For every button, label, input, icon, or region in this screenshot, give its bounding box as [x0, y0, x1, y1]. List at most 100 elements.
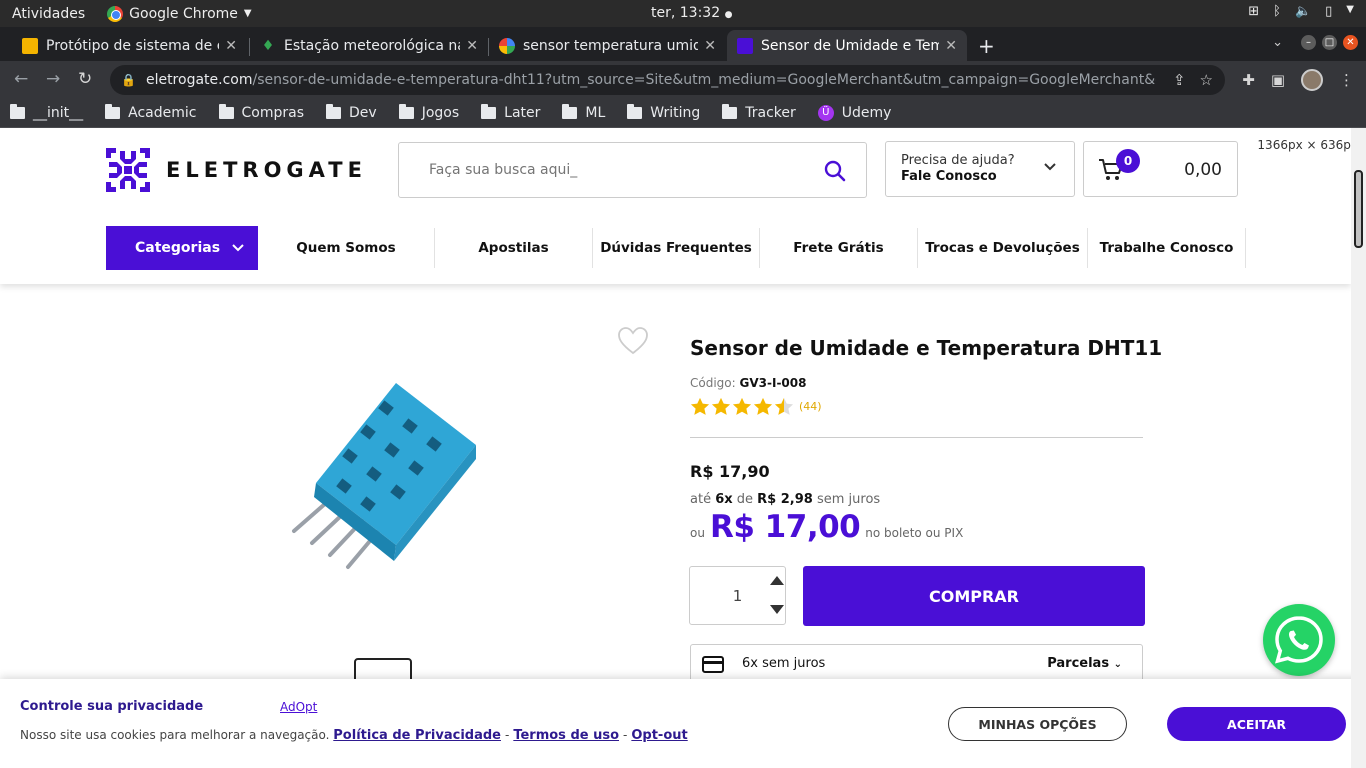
lock-icon[interactable]: 🔒: [121, 73, 136, 87]
battery-icon: ▯: [1325, 4, 1333, 19]
pix-price: R$ 17,00: [709, 509, 861, 545]
terms-of-use-link[interactable]: Termos de uso: [513, 728, 619, 743]
code-label: Código:: [690, 376, 736, 390]
bookmark-init[interactable]: __init__: [10, 104, 84, 121]
bookmark-dev[interactable]: Dev: [326, 104, 377, 121]
activities-button[interactable]: Atividades: [12, 6, 85, 22]
close-icon[interactable]: ✕: [945, 38, 957, 54]
menu-duvidas-frequentes[interactable]: Dúvidas Frequentes: [593, 228, 760, 268]
reload-icon[interactable]: ↻: [78, 69, 92, 89]
help-label: Precisa de ajuda?: [901, 153, 1015, 168]
bookmark-label: Writing: [650, 105, 701, 121]
address-bar[interactable]: 🔒 eletrogate.com/sensor-de-umidade-e-tem…: [110, 65, 1225, 95]
accept-cookies-button[interactable]: ACEITAR: [1167, 707, 1346, 741]
site-logo[interactable]: ELETROGATE: [106, 148, 367, 192]
tab-sensor-search[interactable]: sensor temperatura umid ✕: [489, 30, 726, 61]
browser-toolbar: ← → ↻ 🔒 eletrogate.com/sensor-de-umidade…: [0, 61, 1366, 99]
opt-out-link[interactable]: Opt-out: [631, 728, 687, 743]
cart-button[interactable]: 0 0,00: [1083, 141, 1238, 197]
cookie-title: Controle sua privacidade: [20, 699, 204, 714]
categories-button[interactable]: Categorias: [106, 226, 258, 270]
installments-info: até 6x de R$ 2,98 sem juros: [690, 492, 880, 507]
bookmark-later[interactable]: Later: [481, 104, 540, 121]
side-panel-icon[interactable]: ▣: [1271, 71, 1285, 89]
app-menu[interactable]: Google Chrome ▼: [107, 5, 252, 22]
new-tab-icon[interactable]: +: [978, 34, 995, 58]
google-icon: [499, 37, 515, 54]
bookmark-jogos[interactable]: Jogos: [398, 104, 459, 121]
tab-search-chevron-icon[interactable]: ⌄: [1272, 35, 1283, 50]
star-icon: [753, 397, 773, 415]
tab-eletrogate-active[interactable]: Sensor de Umidade e Tem ✕: [727, 30, 967, 61]
bookmark-academic[interactable]: Academic: [105, 104, 197, 121]
buy-button[interactable]: COMPRAR: [803, 566, 1145, 626]
bookmark-compras[interactable]: Compras: [218, 104, 304, 121]
eletrogate-icon: [737, 37, 753, 54]
product-image[interactable]: [286, 383, 486, 573]
cookie-description: Nosso site usa cookies para melhorar a n…: [20, 728, 330, 742]
chevron-down-icon: [232, 244, 244, 252]
bookmark-tracker[interactable]: Tracker: [722, 104, 796, 121]
installments-panel[interactable]: 6x sem juros Parcelas ⌄: [690, 644, 1143, 684]
menu-frete-gratis[interactable]: Frete Grátis: [760, 228, 918, 268]
menu-trocas-devolucoes[interactable]: Trocas e Devoluções: [918, 228, 1088, 268]
folder-icon: [398, 104, 414, 119]
clock[interactable]: ter, 13:32 ●: [651, 5, 732, 21]
close-window-icon[interactable]: ✕: [1343, 35, 1358, 50]
bookmark-udemy[interactable]: Ü Udemy: [817, 105, 891, 121]
tab-prototipo[interactable]: Protótipo de sistema de e ✕: [12, 30, 247, 61]
heart-icon[interactable]: [617, 326, 649, 356]
close-icon[interactable]: ✕: [225, 38, 237, 54]
url-domain: eletrogate.com: [145, 72, 253, 88]
cookie-banner: Controle sua privacidade AdOpt Nosso sit…: [0, 679, 1366, 768]
bookmark-writing[interactable]: Writing: [627, 104, 701, 121]
close-icon[interactable]: ✕: [704, 38, 716, 54]
categories-label: Categorias: [135, 240, 221, 256]
minimize-icon[interactable]: –: [1301, 35, 1316, 50]
close-icon[interactable]: ✕: [466, 38, 478, 54]
half-star-icon: [774, 397, 794, 415]
parcelas-toggle[interactable]: Parcelas ⌄: [1047, 656, 1122, 671]
quantity-stepper[interactable]: 1: [689, 566, 786, 625]
system-tray[interactable]: ⊞ ᛒ 🔈 ▯ ▼: [1248, 4, 1354, 19]
increment-arrow-icon[interactable]: [770, 576, 784, 585]
bookmark-label: Academic: [128, 105, 197, 121]
whatsapp-button[interactable]: [1263, 604, 1335, 676]
adopt-link[interactable]: AdOpt: [280, 700, 317, 714]
pix-prefix: ou: [690, 526, 705, 540]
scrollbar-thumb[interactable]: [1354, 170, 1363, 248]
share-icon[interactable]: ⇪: [1173, 71, 1186, 89]
menu-trabalhe-conosco[interactable]: Trabalhe Conosco: [1088, 228, 1246, 268]
back-arrow-icon[interactable]: ←: [14, 69, 28, 89]
privacy-policy-link[interactable]: Política de Privacidade: [333, 728, 501, 743]
tab-estacao[interactable]: ♦ Estação meteorológica na ✕: [250, 30, 488, 61]
search-icon[interactable]: [824, 160, 846, 182]
bookmark-star-icon[interactable]: ☆: [1200, 71, 1213, 89]
search-box: [398, 142, 867, 198]
product-rating[interactable]: (44): [690, 397, 822, 416]
menu-quem-somos[interactable]: Quem Somos: [258, 228, 435, 268]
logo-text: ELETROGATE: [166, 158, 367, 182]
separator: -: [623, 728, 628, 742]
bookmark-label: __init__: [33, 105, 84, 121]
decrement-arrow-icon[interactable]: [770, 605, 784, 614]
product-title: Sensor de Umidade e Temperatura DHT11: [690, 336, 1163, 360]
my-options-button[interactable]: MINHAS OPÇÕES: [948, 707, 1127, 741]
cart-total: 0,00: [1184, 160, 1222, 180]
review-count[interactable]: (44): [799, 400, 822, 413]
profile-avatar[interactable]: [1301, 69, 1323, 91]
installments-of: de: [736, 492, 754, 507]
power-menu-chevron-icon: ▼: [1346, 4, 1354, 15]
udemy-icon: Ü: [817, 105, 834, 121]
extensions-icon[interactable]: ✚: [1242, 71, 1255, 89]
menu-apostilas[interactable]: Apostilas: [435, 228, 593, 268]
tab-strip: Protótipo de sistema de e ✕ ♦ Estação me…: [0, 27, 1366, 61]
help-dropdown[interactable]: Precisa de ajuda? Fale Conosco: [885, 141, 1075, 197]
quantity-value[interactable]: 1: [690, 587, 785, 605]
search-input[interactable]: [429, 162, 789, 178]
bookmark-ml[interactable]: ML: [562, 104, 605, 121]
forward-arrow-icon[interactable]: →: [46, 69, 60, 89]
more-menu-icon[interactable]: ⋮: [1339, 71, 1354, 89]
maximize-icon[interactable]: □: [1322, 35, 1337, 50]
page-scrollbar[interactable]: [1351, 128, 1366, 768]
